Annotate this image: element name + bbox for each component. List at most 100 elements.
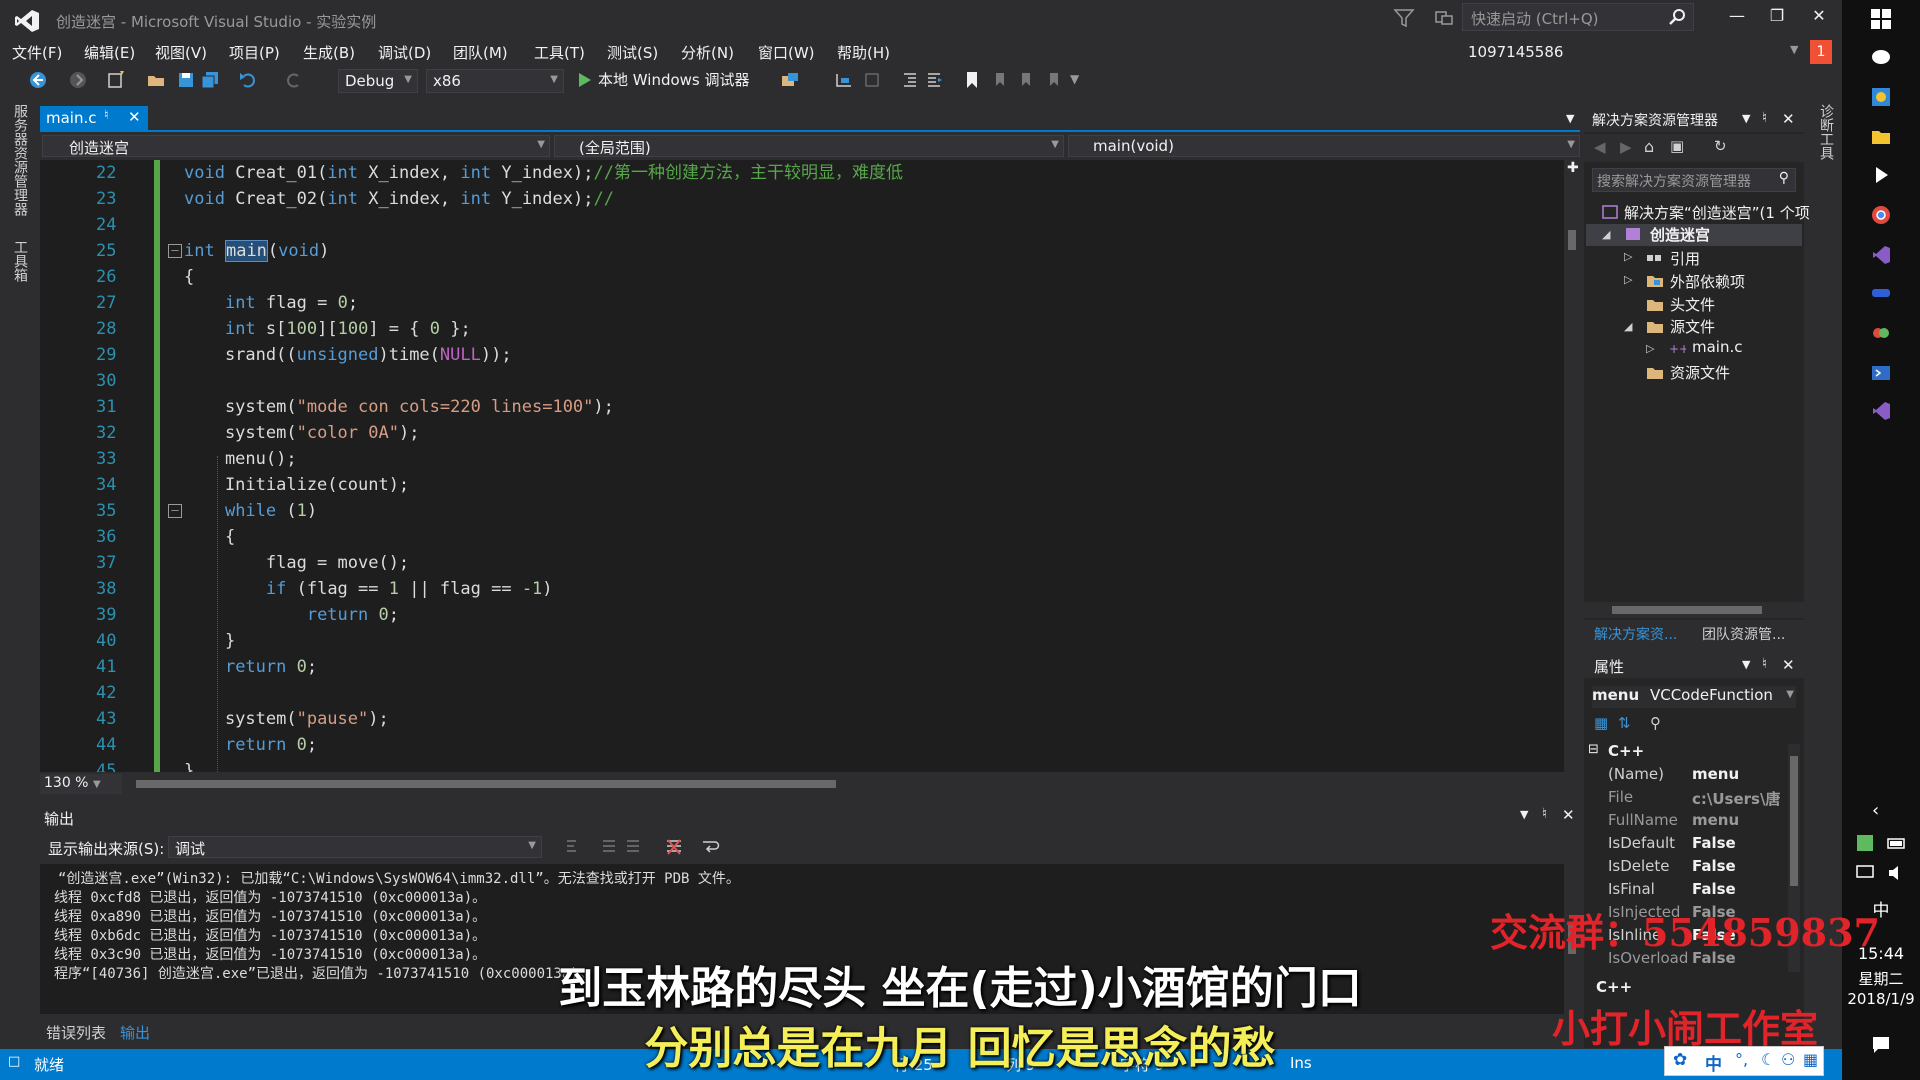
scroll-thumb[interactable] bbox=[1568, 230, 1576, 250]
close-icon[interactable]: ✕ bbox=[1804, 6, 1834, 32]
alphabetical-icon[interactable]: ⇅ bbox=[1618, 714, 1631, 732]
zoom-select[interactable]: 130 % ▼ bbox=[40, 774, 122, 794]
menu-edit[interactable]: 编辑(E) bbox=[84, 42, 135, 63]
menu-test[interactable]: 测试(S) bbox=[607, 42, 658, 63]
tree-item-references[interactable]: 引用 bbox=[1670, 248, 1700, 269]
code-line[interactable]: 27 int flag = 0; bbox=[40, 290, 1564, 316]
scope-select[interactable]: (全局范围) ▼ bbox=[554, 135, 1064, 157]
redo-icon[interactable] bbox=[284, 70, 304, 90]
horizontal-scroll-thumb[interactable] bbox=[136, 780, 836, 788]
forward-icon[interactable]: ▶ bbox=[1620, 138, 1632, 156]
cortana-icon[interactable] bbox=[1870, 46, 1892, 68]
attach-icon[interactable] bbox=[780, 70, 800, 90]
minimize-icon[interactable]: — bbox=[1722, 6, 1752, 32]
collapse-icon[interactable]: – bbox=[168, 244, 182, 258]
project-select[interactable]: 创造迷宫 ▼ bbox=[42, 135, 550, 157]
categorized-icon[interactable]: ▦ bbox=[1594, 714, 1608, 732]
indent-icon[interactable] bbox=[900, 70, 920, 90]
chevron-down-icon[interactable]: ▼ bbox=[1790, 43, 1798, 56]
diagnostic-tools-tab[interactable]: 诊断工具 bbox=[1816, 104, 1836, 160]
home-icon[interactable]: ⌂ bbox=[1644, 137, 1654, 156]
step-icon[interactable] bbox=[834, 70, 854, 90]
run-debugger-label[interactable]: 本地 Windows 调试器 bbox=[598, 69, 750, 90]
menu-debug[interactable]: 调试(D) bbox=[378, 42, 431, 63]
start-debugging-icon[interactable] bbox=[574, 70, 594, 90]
scroll-thumb[interactable] bbox=[1790, 756, 1798, 886]
code-line[interactable]: 35 – while (1) bbox=[40, 498, 1564, 524]
property-row[interactable]: FullName menu bbox=[1608, 811, 1788, 834]
close-icon[interactable]: ✕ bbox=[1782, 656, 1795, 674]
prev-message-icon[interactable] bbox=[600, 838, 620, 856]
find-message-icon[interactable] bbox=[564, 838, 584, 856]
collapsed-arrow-icon[interactable]: ▷ bbox=[1624, 250, 1632, 263]
tree-item-main-c[interactable]: main.c bbox=[1692, 338, 1743, 356]
tree-item-source-files[interactable]: 源文件 bbox=[1670, 316, 1715, 337]
tree-item-resource-files[interactable]: 资源文件 bbox=[1670, 362, 1730, 383]
volume-icon[interactable] bbox=[1886, 862, 1908, 884]
code-line[interactable]: 34 Initialize(count); bbox=[40, 472, 1564, 498]
app-icon[interactable] bbox=[1870, 86, 1892, 108]
code-line[interactable]: 40 } bbox=[40, 628, 1564, 654]
toolbox-tab[interactable]: 工具箱 bbox=[10, 240, 30, 282]
editor-vertical-scrollbar[interactable]: ✚ bbox=[1564, 160, 1580, 772]
pin-icon[interactable]: ♮ bbox=[104, 108, 109, 123]
collapsed-arrow-icon[interactable]: ▷ bbox=[1646, 342, 1654, 355]
code-line[interactable]: 44 return 0; bbox=[40, 732, 1564, 758]
next-bookmark-icon[interactable] bbox=[1016, 70, 1036, 90]
code-line[interactable]: 25 – int main(void) bbox=[40, 238, 1564, 264]
menu-team[interactable]: 团队(M) bbox=[453, 42, 508, 63]
code-line[interactable]: 41 return 0; bbox=[40, 654, 1564, 680]
prev-bookmark-icon[interactable] bbox=[990, 70, 1010, 90]
platform-select[interactable]: x86 ▼ bbox=[426, 69, 564, 93]
ime-toolbar[interactable]: ✿ 中 °, ☾ ⚇ ▦ bbox=[1664, 1046, 1824, 1076]
property-row[interactable]: IsDelete False bbox=[1608, 857, 1788, 880]
code-line[interactable]: 32 system("color 0A"); bbox=[40, 420, 1564, 446]
close-icon[interactable]: ✕ bbox=[128, 108, 141, 126]
chevron-down-icon[interactable]: ▼ bbox=[1742, 112, 1750, 125]
user-icon[interactable]: ⚇ bbox=[1781, 1050, 1795, 1069]
quick-launch-input[interactable]: 快速启动 (Ctrl+Q) bbox=[1462, 3, 1694, 31]
menu-build[interactable]: 生成(B) bbox=[303, 42, 355, 63]
code-editor[interactable]: 22 void Creat_01(int X_index, int Y_index… bbox=[40, 160, 1564, 772]
tab-overflow-icon[interactable]: ▼ bbox=[1566, 112, 1574, 125]
forward-icon[interactable] bbox=[68, 70, 88, 90]
code-line[interactable]: 28 int s[100][100] = { 0 }; bbox=[40, 316, 1564, 342]
visual-studio-icon[interactable] bbox=[1870, 244, 1892, 266]
code-line[interactable]: 37 flag = move(); bbox=[40, 550, 1564, 576]
code-line[interactable]: 31 system("mode con cols=220 lines=100")… bbox=[40, 394, 1564, 420]
clear-all-icon[interactable] bbox=[664, 838, 684, 856]
tree-item-external-deps[interactable]: 外部依赖项 bbox=[1670, 271, 1745, 292]
solution-search-input[interactable]: 搜索解决方案资源管理器 ⚲ bbox=[1592, 168, 1796, 192]
property-object-select[interactable]: menu VCCodeFunction ▼ bbox=[1592, 686, 1796, 708]
menu-view[interactable]: 视图(V) bbox=[155, 42, 207, 63]
windows-start-icon[interactable] bbox=[1870, 8, 1892, 30]
split-icon[interactable]: ✚ bbox=[1567, 160, 1579, 176]
collapsed-arrow-icon[interactable]: ▷ bbox=[1624, 273, 1632, 286]
open-folder-icon[interactable] bbox=[146, 70, 166, 90]
property-row[interactable]: (Name) menu bbox=[1608, 765, 1788, 788]
user-account[interactable]: 1097145586 bbox=[1468, 43, 1563, 61]
save-all-icon[interactable] bbox=[200, 70, 220, 90]
tray-icon[interactable] bbox=[1854, 832, 1876, 854]
search-icon[interactable]: ⚲ bbox=[1779, 170, 1789, 186]
code-line[interactable]: 30 bbox=[40, 368, 1564, 394]
punctuation-icon[interactable]: °, bbox=[1735, 1050, 1748, 1069]
code-line[interactable]: 38 if (flag == 1 || flag == -1) bbox=[40, 576, 1564, 602]
media-icon[interactable] bbox=[1870, 164, 1892, 186]
code-line[interactable]: 24 bbox=[40, 212, 1564, 238]
visual-studio-icon[interactable] bbox=[1870, 400, 1892, 422]
menu-help[interactable]: 帮助(H) bbox=[837, 42, 890, 63]
menu-analyze[interactable]: 分析(N) bbox=[681, 42, 734, 63]
code-line[interactable]: 33 menu(); bbox=[40, 446, 1564, 472]
chevron-down-icon[interactable]: ▼ bbox=[1520, 808, 1528, 821]
code-line[interactable]: 45} bbox=[40, 758, 1564, 772]
server-explorer-tab[interactable]: 服务器资源管理器 bbox=[10, 104, 30, 216]
clear-bookmarks-icon[interactable] bbox=[1044, 70, 1064, 90]
bookmark-icon[interactable] bbox=[962, 70, 982, 90]
property-row[interactable]: IsFinal False bbox=[1608, 880, 1788, 903]
code-line[interactable]: 42 bbox=[40, 680, 1564, 706]
chevron-left-icon[interactable]: ‹ bbox=[1872, 800, 1879, 821]
configuration-select[interactable]: Debug ▼ bbox=[338, 69, 418, 93]
notification-icon[interactable] bbox=[1432, 6, 1456, 30]
code-line[interactable]: 29 srand((unsigned)time(NULL)); bbox=[40, 342, 1564, 368]
